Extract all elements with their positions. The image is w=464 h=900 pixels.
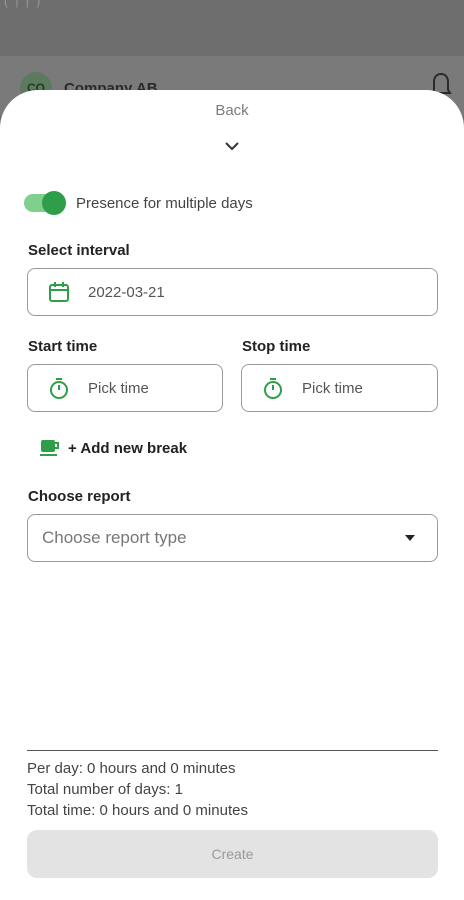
add-break-button[interactable]: + Add new break bbox=[38, 436, 187, 460]
toggle-knob bbox=[42, 191, 66, 215]
stop-time-label: Stop time bbox=[242, 338, 311, 355]
total-days-summary: Total number of days: 1 bbox=[27, 781, 183, 798]
multiple-days-label: Presence for multiple days bbox=[76, 194, 253, 212]
stop-time-placeholder: Pick time bbox=[302, 379, 363, 397]
bottom-sheet: Back Presence for multiple days Select i… bbox=[0, 90, 464, 900]
report-type-placeholder: Choose report type bbox=[42, 528, 187, 547]
calendar-icon bbox=[46, 279, 72, 305]
date-interval-field[interactable]: 2022-03-21 bbox=[27, 268, 438, 316]
back-button[interactable]: Back bbox=[0, 102, 464, 119]
start-time-placeholder: Pick time bbox=[88, 379, 149, 397]
date-value: 2022-03-21 bbox=[88, 283, 165, 301]
total-time-summary: Total time: 0 hours and 0 minutes bbox=[27, 802, 248, 819]
multiple-days-toggle[interactable] bbox=[24, 191, 66, 215]
dropdown-caret-icon bbox=[405, 535, 415, 541]
multiple-days-toggle-row[interactable]: Presence for multiple days bbox=[24, 190, 253, 216]
status-bar-glyphs: ( | | ) bbox=[4, 0, 43, 8]
start-time-label: Start time bbox=[28, 338, 98, 355]
per-day-summary: Per day: 0 hours and 0 minutes bbox=[27, 760, 236, 777]
create-button[interactable]: Create bbox=[27, 830, 438, 878]
coffee-cup-icon bbox=[40, 440, 59, 456]
add-break-label: + Add new break bbox=[68, 439, 188, 457]
stopwatch-icon bbox=[46, 375, 72, 401]
stopwatch-icon bbox=[260, 375, 286, 401]
select-interval-label: Select interval bbox=[28, 242, 130, 259]
choose-report-label: Choose report bbox=[28, 488, 131, 505]
divider bbox=[27, 750, 438, 751]
status-bar: ( | | ) bbox=[0, 0, 464, 56]
report-type-select[interactable]: Choose report type bbox=[27, 514, 438, 562]
start-time-field[interactable]: Pick time bbox=[27, 364, 223, 412]
chevron-down-icon[interactable] bbox=[224, 140, 240, 152]
stop-time-field[interactable]: Pick time bbox=[241, 364, 438, 412]
